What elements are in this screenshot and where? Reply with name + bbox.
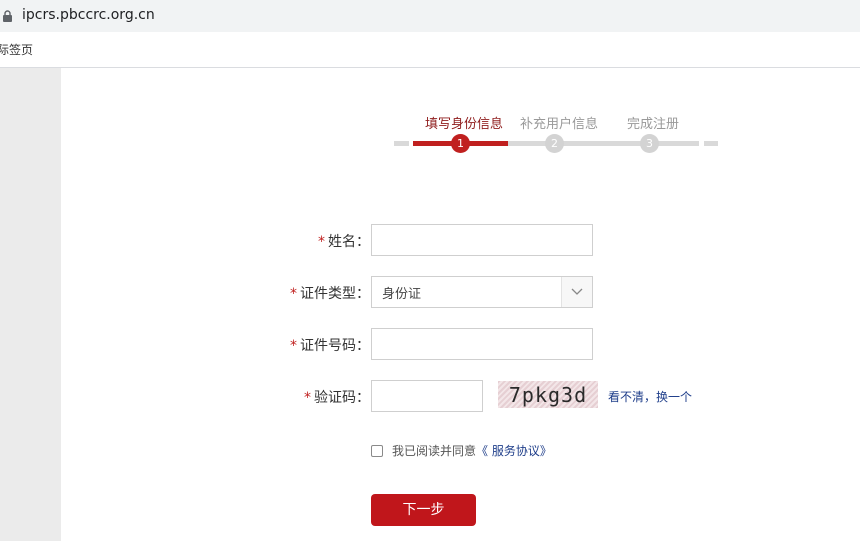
address-bar[interactable]: ipcrs.pbccrc.org.cn [0,0,860,32]
name-label: * 姓名： [318,234,370,250]
stepper-track-rest [508,141,699,146]
id-type-label: * 证件类型： [290,286,370,302]
captcha-unclear-link[interactable]: 看不清 [608,390,644,404]
captcha-input[interactable] [371,380,483,412]
bookmarks-bar: 际签页 [0,32,860,68]
stepper-track-start [394,141,409,146]
step-2-marker: 2 [545,134,564,153]
id-type-value: 身份证 [382,286,422,302]
captcha-change-link[interactable]: 换一个 [656,390,692,404]
agreement-text: 我已阅读并同意 [392,444,477,458]
step-2-label: 补充用户信息 [520,117,599,132]
step-1-marker: 1 [451,134,470,153]
captcha-image[interactable]: 7pkg3d [498,381,598,408]
step-1-label: 填写身份信息 [425,117,504,132]
lock-icon [3,10,12,22]
url-text[interactable]: ipcrs.pbccrc.org.cn [22,7,155,23]
captcha-separator: ， [644,390,657,404]
id-number-input[interactable] [371,328,593,360]
captcha-refresh: 看不清，换一个 [608,388,692,405]
name-input[interactable] [371,224,593,256]
id-type-select[interactable]: 身份证 [371,276,593,308]
agreement-checkbox[interactable] [371,444,383,457]
step-3-label: 完成注册 [627,117,680,132]
bookmark-item[interactable]: 际签页 [0,41,33,58]
next-step-button[interactable]: 下一步 [371,494,476,526]
service-agreement-link[interactable]: 《 服务协议》 [476,442,552,459]
captcha-label: * 验证码： [304,390,370,406]
step-3-marker: 3 [640,134,659,153]
id-number-label: * 证件号码： [290,338,370,354]
stepper-track-end [704,141,718,146]
left-gutter [0,68,61,541]
agreement-row: 我已阅读并同意 《 服务协议》 [371,442,552,459]
chevron-down-icon[interactable] [561,277,592,307]
